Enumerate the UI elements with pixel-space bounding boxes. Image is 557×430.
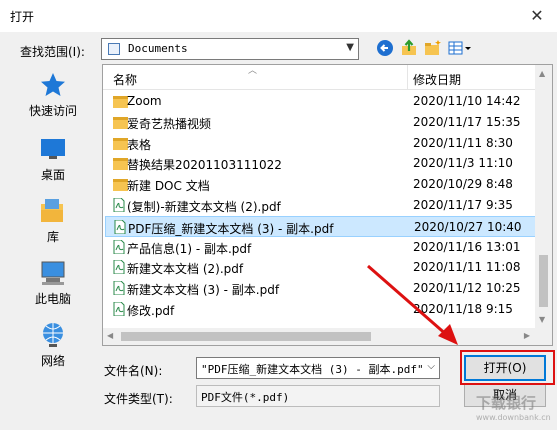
- annotation-arrow: [367, 264, 458, 345]
- watermark-text: 下载银行: [476, 394, 537, 412]
- watermark-url: www.downbank.cn: [476, 413, 551, 422]
- watermark: 下载银行 www.downbank.cn: [476, 392, 556, 430]
